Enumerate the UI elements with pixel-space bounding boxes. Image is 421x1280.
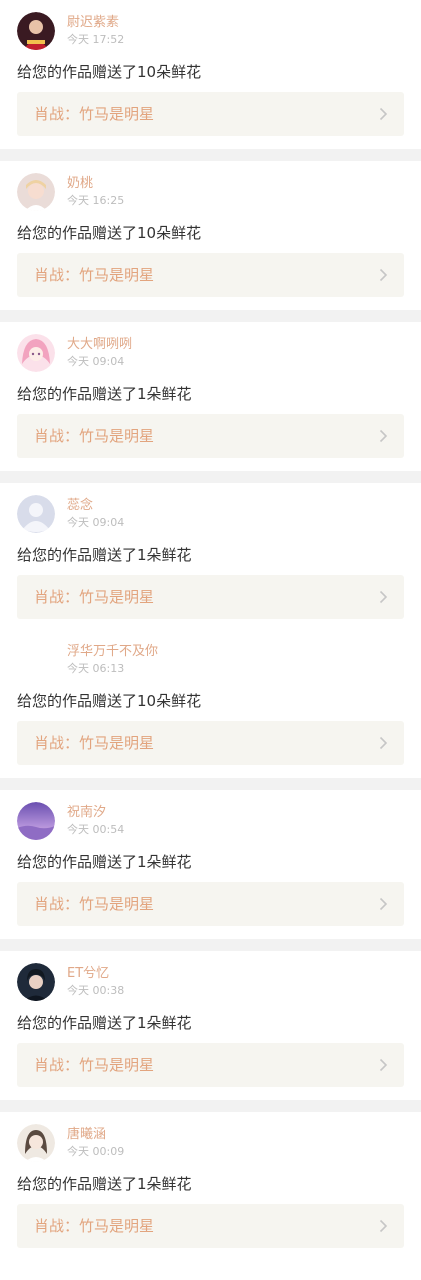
chevron-right-icon: [379, 590, 388, 604]
separator: [0, 310, 421, 322]
timestamp: 今天 16:25: [67, 194, 125, 207]
notification-item: 大大啊咧咧 今天 09:04 给您的作品赠送了1朵鲜花 肖战：竹马是明星: [0, 322, 421, 471]
timestamp: 今天 06:13: [67, 662, 125, 675]
username[interactable]: ET兮忆: [67, 966, 109, 982]
username[interactable]: 奶桃: [67, 176, 93, 192]
avatar[interactable]: [17, 495, 55, 533]
timestamp: 今天 09:04: [67, 355, 125, 368]
work-link[interactable]: 肖战：竹马是明星: [17, 882, 404, 926]
notification-item: 尉迟紫素 今天 17:52 给您的作品赠送了10朵鲜花 肖战：竹马是明星: [0, 0, 421, 149]
notification-item: 唐曦涵 今天 00:09 给您的作品赠送了1朵鲜花 肖战：竹马是明星: [0, 1112, 421, 1261]
avatar[interactable]: [17, 641, 55, 679]
username[interactable]: 大大啊咧咧: [67, 337, 132, 353]
notification-feed: 尉迟紫素 今天 17:52 给您的作品赠送了10朵鲜花 肖战：竹马是明星 奶桃 …: [0, 0, 421, 1261]
gift-message: 给您的作品赠送了1朵鲜花: [17, 853, 192, 871]
username[interactable]: 唐曦涵: [67, 1127, 106, 1143]
work-title: 肖战：竹马是明星: [34, 266, 155, 284]
notification-item: 祝南汐 今天 00:54 给您的作品赠送了1朵鲜花 肖战：竹马是明星: [0, 790, 421, 939]
chevron-right-icon: [379, 429, 388, 443]
notification-item: ET兮忆 今天 00:38 给您的作品赠送了1朵鲜花 肖战：竹马是明星: [0, 951, 421, 1100]
work-title: 肖战：竹马是明星: [34, 734, 155, 752]
username[interactable]: 祝南汐: [67, 805, 106, 821]
separator: [0, 939, 421, 951]
work-link[interactable]: 肖战：竹马是明星: [17, 253, 404, 297]
work-title: 肖战：竹马是明星: [34, 105, 155, 123]
work-link[interactable]: 肖战：竹马是明星: [17, 414, 404, 458]
avatar[interactable]: [17, 1124, 55, 1162]
work-link[interactable]: 肖战：竹马是明星: [17, 92, 404, 136]
separator: [0, 778, 421, 790]
work-link[interactable]: 肖战：竹马是明星: [17, 1043, 404, 1087]
work-title: 肖战：竹马是明星: [34, 1217, 155, 1235]
work-title: 肖战：竹马是明星: [34, 588, 155, 606]
notification-item: 浮华万千不及你 今天 06:13 给您的作品赠送了10朵鲜花 肖战：竹马是明星: [0, 629, 421, 778]
chevron-right-icon: [379, 897, 388, 911]
timestamp: 今天 00:38: [67, 984, 125, 997]
work-title: 肖战：竹马是明星: [34, 895, 155, 913]
gift-message: 给您的作品赠送了1朵鲜花: [17, 1014, 192, 1032]
gift-message: 给您的作品赠送了1朵鲜花: [17, 1175, 192, 1193]
separator: [0, 1100, 421, 1112]
chevron-right-icon: [379, 107, 388, 121]
separator: [0, 149, 421, 161]
avatar[interactable]: [17, 173, 55, 211]
chevron-right-icon: [379, 736, 388, 750]
chevron-right-icon: [379, 268, 388, 282]
gift-message: 给您的作品赠送了10朵鲜花: [17, 63, 202, 81]
work-link[interactable]: 肖战：竹马是明星: [17, 721, 404, 765]
chevron-right-icon: [379, 1058, 388, 1072]
notification-item: 奶桃 今天 16:25 给您的作品赠送了10朵鲜花 肖战：竹马是明星: [0, 161, 421, 310]
work-link[interactable]: 肖战：竹马是明星: [17, 1204, 404, 1248]
username[interactable]: 尉迟紫素: [67, 15, 119, 31]
username[interactable]: 浮华万千不及你: [67, 644, 158, 660]
gift-message: 给您的作品赠送了10朵鲜花: [17, 692, 202, 710]
timestamp: 今天 00:09: [67, 1145, 125, 1158]
gift-message: 给您的作品赠送了1朵鲜花: [17, 385, 192, 403]
notification-item: 蕊念 今天 09:04 给您的作品赠送了1朵鲜花 肖战：竹马是明星: [0, 483, 421, 629]
avatar[interactable]: [17, 334, 55, 372]
gift-message: 给您的作品赠送了10朵鲜花: [17, 224, 202, 242]
avatar[interactable]: [17, 802, 55, 840]
avatar[interactable]: [17, 963, 55, 1001]
chevron-right-icon: [379, 1219, 388, 1233]
timestamp: 今天 00:54: [67, 823, 125, 836]
username[interactable]: 蕊念: [67, 498, 93, 514]
work-link[interactable]: 肖战：竹马是明星: [17, 575, 404, 619]
gift-message: 给您的作品赠送了1朵鲜花: [17, 546, 192, 564]
work-title: 肖战：竹马是明星: [34, 427, 155, 445]
avatar[interactable]: [17, 12, 55, 50]
timestamp: 今天 17:52: [67, 33, 125, 46]
work-title: 肖战：竹马是明星: [34, 1056, 155, 1074]
timestamp: 今天 09:04: [67, 516, 125, 529]
separator: [0, 471, 421, 483]
